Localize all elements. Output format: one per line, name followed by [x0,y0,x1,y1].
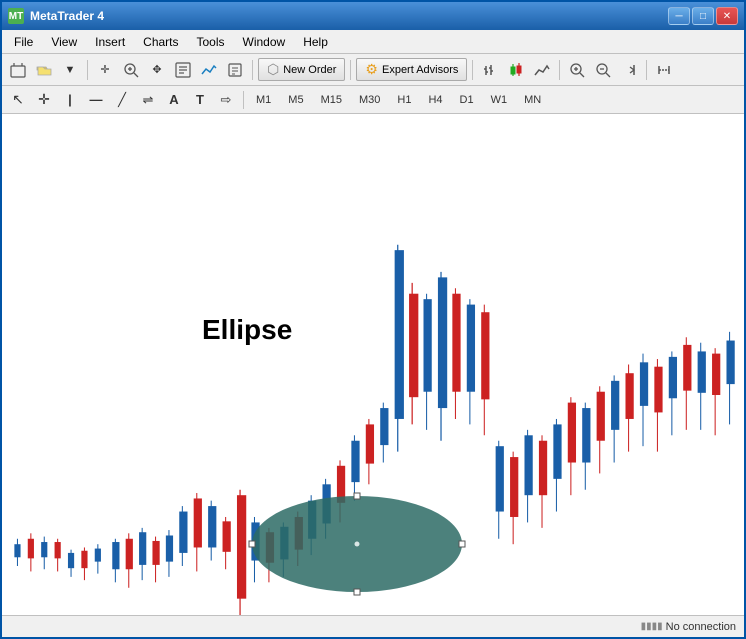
zoom-in-chart-button[interactable] [565,58,589,82]
toolbar-1: ▼ ✛ ✥ ⬡ New Order ⚙ Expert [2,54,744,86]
timeframe-m30[interactable]: M30 [352,91,387,109]
connection-status: ▮▮▮▮ No connection [641,621,736,633]
menu-insert[interactable]: Insert [87,33,133,51]
indicator-icon [201,62,217,78]
menu-window[interactable]: Window [235,33,294,51]
text-label-button[interactable]: T [188,88,212,112]
timeframe-m15[interactable]: M15 [314,91,349,109]
properties-button[interactable] [171,58,195,82]
tool-group: ↖ ✛ | — ╱ ⇌ A T ⇨ [6,88,238,112]
pitchfork-button[interactable]: ⇌ [136,88,160,112]
horizontal-line-button[interactable]: — [84,88,108,112]
template-icon [227,62,243,78]
template-button[interactable] [223,58,247,82]
maximize-button[interactable]: □ [692,7,714,25]
toolbar-group-3 [478,58,554,82]
timeframe-m1[interactable]: M1 [249,91,278,109]
timeframe-mn[interactable]: MN [517,91,548,109]
line-chart-button[interactable] [530,58,554,82]
ellipse-svg [247,489,467,599]
toolbar-group-1: ▼ [6,58,82,82]
toolbar-2: ↖ ✛ | — ╱ ⇌ A T ⇨ M1 M5 M15 M30 H1 H4 D1… [2,86,744,114]
app-icon-text: MT [9,11,23,22]
zoom-in-chart-icon [569,62,585,78]
zoom-out-chart-icon [595,62,611,78]
menu-charts[interactable]: Charts [135,33,186,51]
menu-view[interactable]: View [43,33,85,51]
move-button[interactable]: ✥ [145,58,169,82]
properties-icon [175,62,191,78]
menu-tools[interactable]: Tools [189,33,233,51]
menu-file[interactable]: File [6,33,41,51]
crosshair-button[interactable]: ✛ [93,58,117,82]
candle-type-button[interactable] [504,58,528,82]
separator-5 [559,60,560,80]
timeframe-m5[interactable]: M5 [281,91,310,109]
title-bar-left: MT MetaTrader 4 [8,8,104,24]
zoom-in-icon [123,62,139,78]
cursor-tool-button[interactable]: ↖ [6,88,30,112]
expert-advisors-button[interactable]: ⚙ Expert Advisors [356,58,467,81]
separator-1 [87,60,88,80]
new-order-label: New Order [283,64,336,76]
status-bar: ▮▮▮▮ No connection [2,615,744,637]
menu-bar: File View Insert Charts Tools Window Hel… [2,30,744,54]
toolbar-group-2: ✛ ✥ [93,58,247,82]
text-button[interactable]: A [162,88,186,112]
menu-help[interactable]: Help [295,33,336,51]
separator-2 [252,60,253,80]
window-title: MetaTrader 4 [30,9,104,23]
timeframe-h4[interactable]: H4 [421,91,449,109]
chart-area[interactable]: Ellipse [2,114,744,615]
new-order-button[interactable]: ⬡ New Order [258,58,345,81]
candle-icon [508,62,524,78]
connection-text: No connection [666,621,736,633]
scroll-right-button[interactable] [617,58,641,82]
title-bar: MT MetaTrader 4 ─ □ ✕ [2,2,744,30]
new-order-icon: ⬡ [267,61,279,78]
main-window: MT MetaTrader 4 ─ □ ✕ File View Insert C… [0,0,746,639]
minimize-button[interactable]: ─ [668,7,690,25]
tf-separator-1 [243,91,244,109]
period-sep-button[interactable] [652,58,676,82]
bar-chart-icon [482,62,498,78]
dropdown-arrow[interactable]: ▼ [58,58,82,82]
ellipse-label: Ellipse [202,314,292,346]
timeframe-w1[interactable]: W1 [484,91,515,109]
separator-3 [350,60,351,80]
window-controls: ─ □ ✕ [668,7,738,25]
close-button[interactable]: ✕ [716,7,738,25]
line-chart-icon [534,62,550,78]
zoom-out-chart-button[interactable] [591,58,615,82]
separator-4 [472,60,473,80]
open-icon [36,62,52,78]
vertical-line-button[interactable]: | [58,88,82,112]
ellipse-drawing[interactable] [247,489,467,602]
open-button[interactable] [32,58,56,82]
timeframe-h1[interactable]: H1 [390,91,418,109]
scroll-icon [621,62,637,78]
separator-6 [646,60,647,80]
chart-type-button[interactable] [478,58,502,82]
new-chart-button[interactable] [6,58,30,82]
timeframe-d1[interactable]: D1 [453,91,481,109]
expert-label: Expert Advisors [382,64,458,76]
trendline-button[interactable]: ╱ [110,88,134,112]
indicator-button[interactable] [197,58,221,82]
toolbar-group-4 [565,58,641,82]
zoom-in-button[interactable] [119,58,143,82]
crosshair-tool-button[interactable]: ✛ [32,88,56,112]
expert-icon: ⚙ [365,61,378,78]
period-icon [656,62,672,78]
arrow-button[interactable]: ⇨ [214,88,238,112]
app-icon: MT [8,8,24,24]
new-chart-icon [10,62,26,78]
connection-icon: ▮▮▮▮ [641,621,663,632]
